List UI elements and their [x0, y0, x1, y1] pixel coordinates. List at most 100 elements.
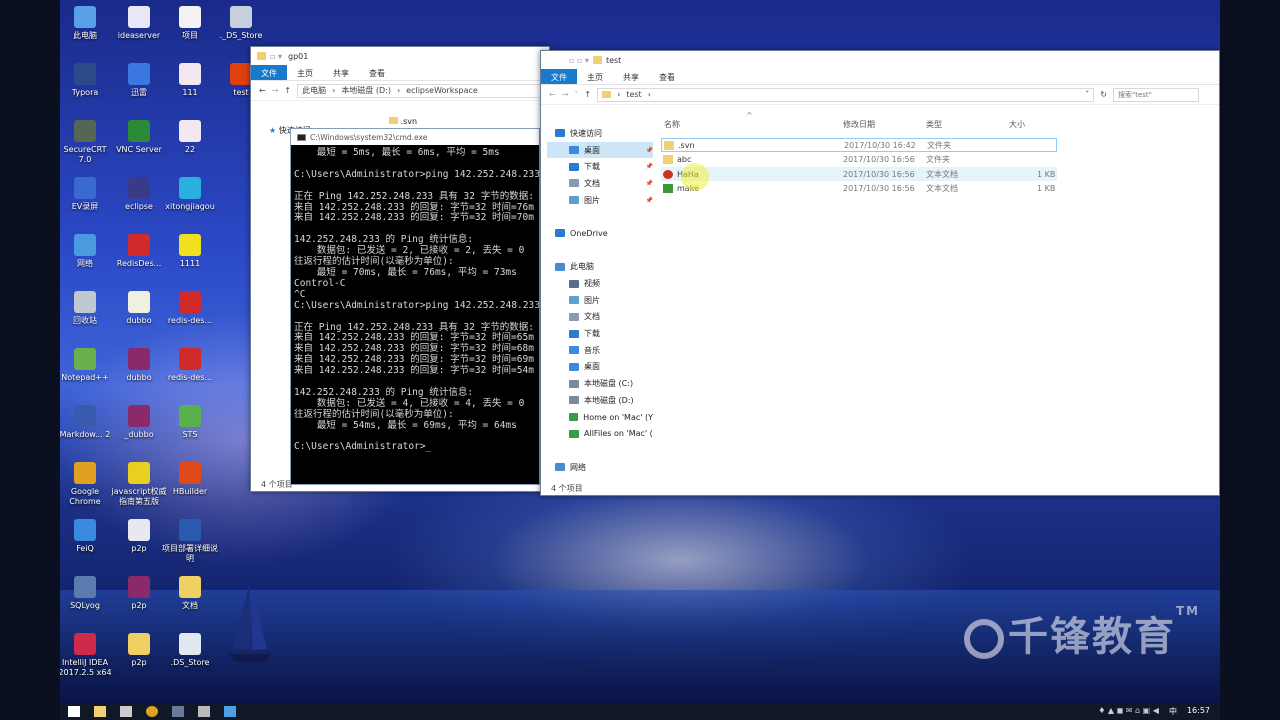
- desktop-shortcut[interactable]: SQLyog: [60, 576, 114, 611]
- console-output[interactable]: 最短 = 5ms, 最长 = 6ms, 平均 = 5ms C:\Users\Ad…: [291, 145, 539, 453]
- title-bar[interactable]: ▫ ▾ gp01: [251, 47, 549, 65]
- desktop-shortcut[interactable]: STS: [161, 405, 219, 440]
- search-input[interactable]: 搜索"test": [1113, 87, 1199, 102]
- nav-item[interactable]: 快速访问: [547, 125, 653, 142]
- desktop-shortcut[interactable]: dubbo: [110, 348, 168, 383]
- nav-item[interactable]: 本地磁盘 (C:): [547, 375, 653, 392]
- cmd-window[interactable]: C:\Windows\system32\cmd.exe 最短 = 5ms, 最长…: [290, 128, 540, 485]
- nav-item[interactable]: 音乐: [547, 342, 653, 359]
- nav-item[interactable]: 此电脑: [547, 259, 653, 276]
- feiq-icon[interactable]: [224, 706, 236, 717]
- desktop-shortcut[interactable]: javascript权威指南第五版: [110, 462, 168, 507]
- back-arrow-icon[interactable]: ←: [259, 86, 266, 95]
- desktop-shortcut[interactable]: HBuilder: [161, 462, 219, 497]
- breadcrumb-workspace[interactable]: eclipseWorkspace: [406, 86, 478, 95]
- title-bar[interactable]: C:\Windows\system32\cmd.exe: [291, 129, 539, 145]
- nav-item[interactable]: 桌面: [547, 359, 653, 376]
- column-header-size[interactable]: 大小: [1009, 119, 1025, 130]
- desktop-shortcut[interactable]: ._DS_Store: [212, 6, 270, 41]
- nav-item[interactable]: 下载 📌: [547, 158, 653, 175]
- desktop-shortcut[interactable]: 网络: [60, 234, 114, 269]
- desktop-shortcut[interactable]: dubbo: [110, 291, 168, 326]
- desktop-shortcut[interactable]: SecureCRT 7.0: [60, 120, 114, 165]
- clock[interactable]: 16:57: [1187, 706, 1210, 717]
- start-icon[interactable]: [68, 706, 80, 717]
- desktop-shortcut[interactable]: 22: [161, 120, 219, 155]
- breadcrumb-drive-d[interactable]: 本地磁盘 (D:): [341, 85, 391, 96]
- nav-item[interactable]: 图片 📌: [547, 192, 653, 209]
- nav-item[interactable]: AllFiles on 'Mac' (: [547, 425, 653, 442]
- address-input[interactable]: 此电脑 › 本地磁盘 (D:) › eclipseWorkspace: [297, 83, 549, 98]
- file-item-svn[interactable]: .svn: [389, 117, 417, 126]
- desktop-shortcut[interactable]: RedisDes...: [110, 234, 168, 269]
- desktop-shortcut[interactable]: EV录屏: [60, 177, 114, 212]
- pin-icon[interactable]: 📌: [646, 147, 653, 154]
- address-input[interactable]: › test › ˅: [597, 87, 1095, 102]
- column-header-date[interactable]: 修改日期: [843, 119, 875, 130]
- pin-icon[interactable]: 📌: [646, 180, 653, 187]
- explorer-icon[interactable]: [94, 706, 106, 717]
- desktop-shortcut[interactable]: p2p: [110, 633, 168, 668]
- desktop-shortcut[interactable]: IntelliJ IDEA 2017.2.5 x64: [60, 633, 114, 678]
- desktop-shortcut[interactable]: FeiQ: [60, 519, 114, 554]
- desktop-shortcut[interactable]: ideaserver: [110, 6, 168, 41]
- desktop-shortcut[interactable]: Typora: [60, 63, 114, 98]
- desktop-shortcut[interactable]: .DS_Store: [161, 633, 219, 668]
- desktop-shortcut[interactable]: redis-des...: [161, 348, 219, 383]
- nav-item[interactable]: 网络: [547, 459, 653, 476]
- file-row[interactable]: HaHa2017/10/30 16:56文本文档1 KB: [661, 167, 1057, 181]
- desktop-shortcut[interactable]: xitongjiagou: [161, 177, 219, 212]
- forward-arrow-icon[interactable]: →: [272, 86, 279, 95]
- chrome-icon[interactable]: [146, 706, 158, 717]
- up-arrow-icon[interactable]: ↑: [284, 86, 291, 95]
- desktop-shortcut[interactable]: VNC Server: [110, 120, 168, 155]
- tab-home[interactable]: 主页: [287, 65, 323, 80]
- desktop-shortcut[interactable]: eclipse: [110, 177, 168, 212]
- tray-icons[interactable]: ♦ ▲ ◼ ✉ ⌂ ▣ ◀: [1098, 706, 1159, 717]
- nav-item[interactable]: 文档 📌: [547, 175, 653, 192]
- nav-item[interactable]: 本地磁盘 (D:): [547, 392, 653, 409]
- back-arrow-icon[interactable]: ←: [549, 90, 556, 99]
- desktop-shortcut[interactable]: _dubbo: [110, 405, 168, 440]
- up-arrow-icon[interactable]: ↑: [584, 90, 591, 99]
- address-dropdown-icon[interactable]: ˅: [1085, 90, 1093, 99]
- forward-arrow-icon[interactable]: →: [562, 90, 569, 99]
- nav-item[interactable]: 下载: [547, 325, 653, 342]
- cmd-icon[interactable]: [120, 706, 132, 717]
- desktop-shortcut[interactable]: 文档: [161, 576, 219, 611]
- nav-item[interactable]: OneDrive: [547, 225, 653, 242]
- tab-share[interactable]: 共享: [323, 65, 359, 80]
- desktop-shortcut[interactable]: p2p: [110, 576, 168, 611]
- tab-home[interactable]: 主页: [577, 69, 613, 84]
- desktop-shortcut[interactable]: 1111: [161, 234, 219, 269]
- file-row[interactable]: make2017/10/30 16:56文本文档1 KB: [661, 182, 1057, 196]
- tab-view[interactable]: 查看: [649, 69, 685, 84]
- nav-item[interactable]: 图片: [547, 292, 653, 309]
- tab-file[interactable]: 文件: [251, 65, 287, 80]
- title-bar[interactable]: ▫ ▫ ▾ test: [541, 51, 1219, 69]
- desktop-shortcut[interactable]: 111: [161, 63, 219, 98]
- breadcrumb-this-pc[interactable]: 此电脑: [302, 85, 326, 96]
- nav-item[interactable]: 桌面 📌: [547, 141, 653, 159]
- desktop-shortcut[interactable]: p2p: [110, 519, 168, 554]
- ime-indicator[interactable]: 中: [1169, 706, 1177, 717]
- gear-icon[interactable]: [198, 706, 210, 717]
- column-header-name[interactable]: 名称: [664, 119, 680, 130]
- explorer-window-test[interactable]: ▫ ▫ ▾ test 文件 主页 共享 查看 ← → ˅ ↑ › test › …: [540, 50, 1220, 496]
- tab-view[interactable]: 查看: [359, 65, 395, 80]
- desktop-shortcut[interactable]: 项目: [161, 6, 219, 41]
- desktop-shortcut[interactable]: Markdow... 2: [60, 405, 114, 440]
- nav-item[interactable]: 文档: [547, 309, 653, 326]
- pin-icon[interactable]: 📌: [646, 197, 653, 204]
- file-row[interactable]: abc 2017/10/30 16:56 文件夹: [661, 153, 1057, 167]
- refresh-icon[interactable]: ↻: [1100, 90, 1107, 99]
- desktop-shortcut[interactable]: 此电脑: [60, 6, 114, 41]
- tab-file[interactable]: 文件: [541, 69, 577, 84]
- recent-locations-icon[interactable]: ˅: [574, 90, 578, 99]
- desktop-shortcut[interactable]: 迅雷: [110, 63, 168, 98]
- nav-item[interactable]: 视频: [547, 275, 653, 292]
- breadcrumb-test[interactable]: test: [626, 90, 641, 99]
- desktop-shortcut[interactable]: 回收站: [60, 291, 114, 326]
- terminal-icon[interactable]: [172, 706, 184, 717]
- desktop-shortcut[interactable]: 项目部署详细说明: [161, 519, 219, 564]
